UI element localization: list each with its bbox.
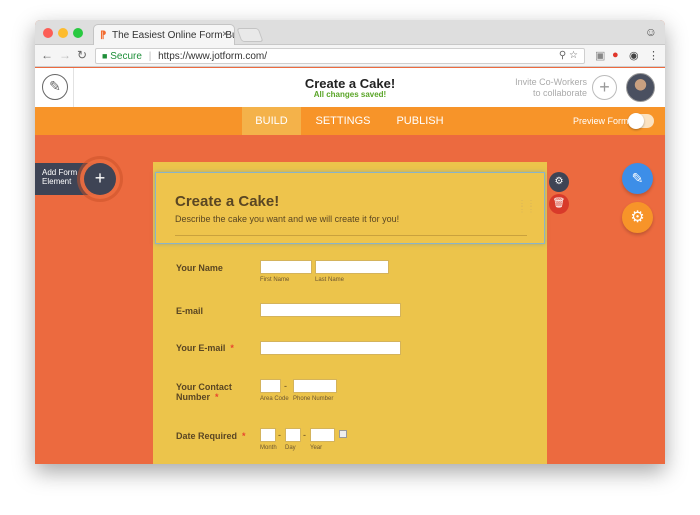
form-designer-paint-icon[interactable]: ✎ [622, 163, 653, 194]
area-code-input[interactable] [260, 379, 281, 393]
email-label: E-mail [176, 306, 204, 316]
first-name-input[interactable] [260, 260, 312, 274]
pencil-logo-icon: ✎ [42, 74, 68, 100]
form-header-block[interactable]: Create a Cake! Describe the cake you wan… [155, 172, 545, 244]
form-header-subtitle[interactable]: Describe the cake you want and we will c… [175, 214, 399, 224]
last-name-input[interactable] [315, 260, 389, 274]
your-email-label-text: Your E-mail [176, 343, 226, 353]
form-settings-gear-icon[interactable]: ⚙ [622, 202, 653, 233]
required-asterisk: * [230, 343, 234, 353]
tab-publish[interactable]: PUBLISH [385, 107, 455, 135]
reload-icon[interactable]: ↻ [77, 48, 87, 62]
year-sublabel: Year [310, 445, 323, 451]
browser-window: ⁋ The Easiest Online Form Build × ☺ ← → … [35, 20, 665, 464]
tab-close-icon[interactable]: × [222, 29, 228, 40]
required-asterisk: * [215, 392, 219, 402]
ghostery-extension-icon[interactable]: ◉ [629, 49, 639, 62]
address-bar: ← → ↻ ■ Secure | https://www.jotform.com… [35, 45, 665, 67]
form-header-title[interactable]: Create a Cake! [175, 193, 279, 210]
phone-dash: - [284, 381, 287, 391]
invite-line-1: Invite Co-Workers [515, 77, 587, 87]
invite-line-2: to collaborate [532, 88, 587, 98]
opera-extension-icon[interactable]: ● [612, 49, 619, 61]
phone-number-input[interactable] [293, 379, 337, 393]
extension-square-icon[interactable]: ▣ [595, 49, 605, 62]
date-required-label: Date Required * [176, 431, 246, 441]
invite-plus-button[interactable]: + [592, 75, 617, 100]
preview-form-label: Preview Form [573, 116, 629, 126]
profile-icon[interactable]: ☺ [645, 25, 657, 39]
jotform-favicon-icon: ⁋ [100, 30, 107, 41]
last-name-sublabel: Last Name [315, 277, 345, 283]
your-email-label: Your E-mail * [176, 343, 234, 353]
add-element-plus-icon[interactable]: + [84, 163, 116, 195]
first-name-sublabel: First Name [260, 277, 290, 283]
chrome-menu-icon[interactable]: ⋮ [648, 49, 659, 62]
field-settings-gear-icon[interactable]: ⚙ [549, 172, 569, 192]
email-input[interactable] [260, 303, 401, 317]
date-dash-1: - [278, 430, 281, 440]
month-sublabel: Month [260, 445, 277, 451]
delete-field-trash-icon[interactable]: 🗑 [549, 194, 569, 214]
zoom-star-icons[interactable]: ⚲ ☆ [559, 50, 578, 61]
contact-label-line-2: Number [176, 392, 211, 402]
form-builder-header: ✎ Create a Cake! All changes saved! Invi… [35, 68, 665, 107]
date-label-text: Date Required [176, 431, 238, 441]
new-tab-button[interactable] [236, 28, 264, 42]
browser-tab-bar: ⁋ The Easiest Online Form Build × ☺ [35, 20, 665, 45]
avatar[interactable] [626, 73, 655, 102]
date-dash-2: - [303, 430, 306, 440]
calendar-icon[interactable] [339, 430, 347, 438]
form-title[interactable]: Create a Cake! [215, 76, 485, 91]
invite-coworkers-text[interactable]: Invite Co-Workers to collaborate [495, 77, 587, 99]
required-asterisk: * [242, 431, 246, 441]
browser-tab[interactable]: ⁋ The Easiest Online Form Build × [93, 24, 235, 45]
forward-icon[interactable]: → [59, 48, 71, 62]
contact-label-line-1: Your Contact [176, 382, 232, 392]
url-field[interactable]: ■ Secure | https://www.jotform.com/ ⚲ ☆ [95, 48, 585, 64]
preview-form-toggle[interactable] [628, 113, 654, 129]
area-code-sublabel: Area Code [260, 396, 289, 402]
drag-handle-icon[interactable]: ⋮⋮ ⋮⋮ [518, 200, 536, 214]
tab-settings[interactable]: SETTINGS [305, 107, 381, 135]
month-input[interactable] [260, 428, 276, 442]
phone-number-sublabel: Phone Number [293, 396, 334, 402]
maximize-window-dot[interactable] [73, 28, 83, 38]
tab-build[interactable]: BUILD [242, 107, 301, 135]
jotform-logo[interactable]: ✎ [35, 68, 74, 107]
minimize-window-dot[interactable] [58, 28, 68, 38]
back-icon[interactable]: ← [41, 48, 53, 62]
day-sublabel: Day [285, 445, 296, 451]
lock-icon: ■ [102, 51, 108, 61]
header-divider [175, 235, 527, 236]
save-status: All changes saved! [313, 90, 387, 99]
url-separator: | [148, 51, 152, 62]
builder-nav: BUILD SETTINGS PUBLISH Preview Form [35, 107, 665, 135]
url-text: https://www.jotform.com/ [158, 51, 267, 62]
your-email-input[interactable] [260, 341, 401, 355]
tab-title: The Easiest Online Form Build [112, 30, 235, 41]
toggle-knob [628, 113, 644, 129]
year-input[interactable] [310, 428, 335, 442]
contact-number-label: Your Contact Number * [176, 382, 232, 402]
day-input[interactable] [285, 428, 301, 442]
name-label: Your Name [176, 263, 223, 273]
secure-label: Secure [110, 51, 142, 62]
close-window-dot[interactable] [43, 28, 53, 38]
